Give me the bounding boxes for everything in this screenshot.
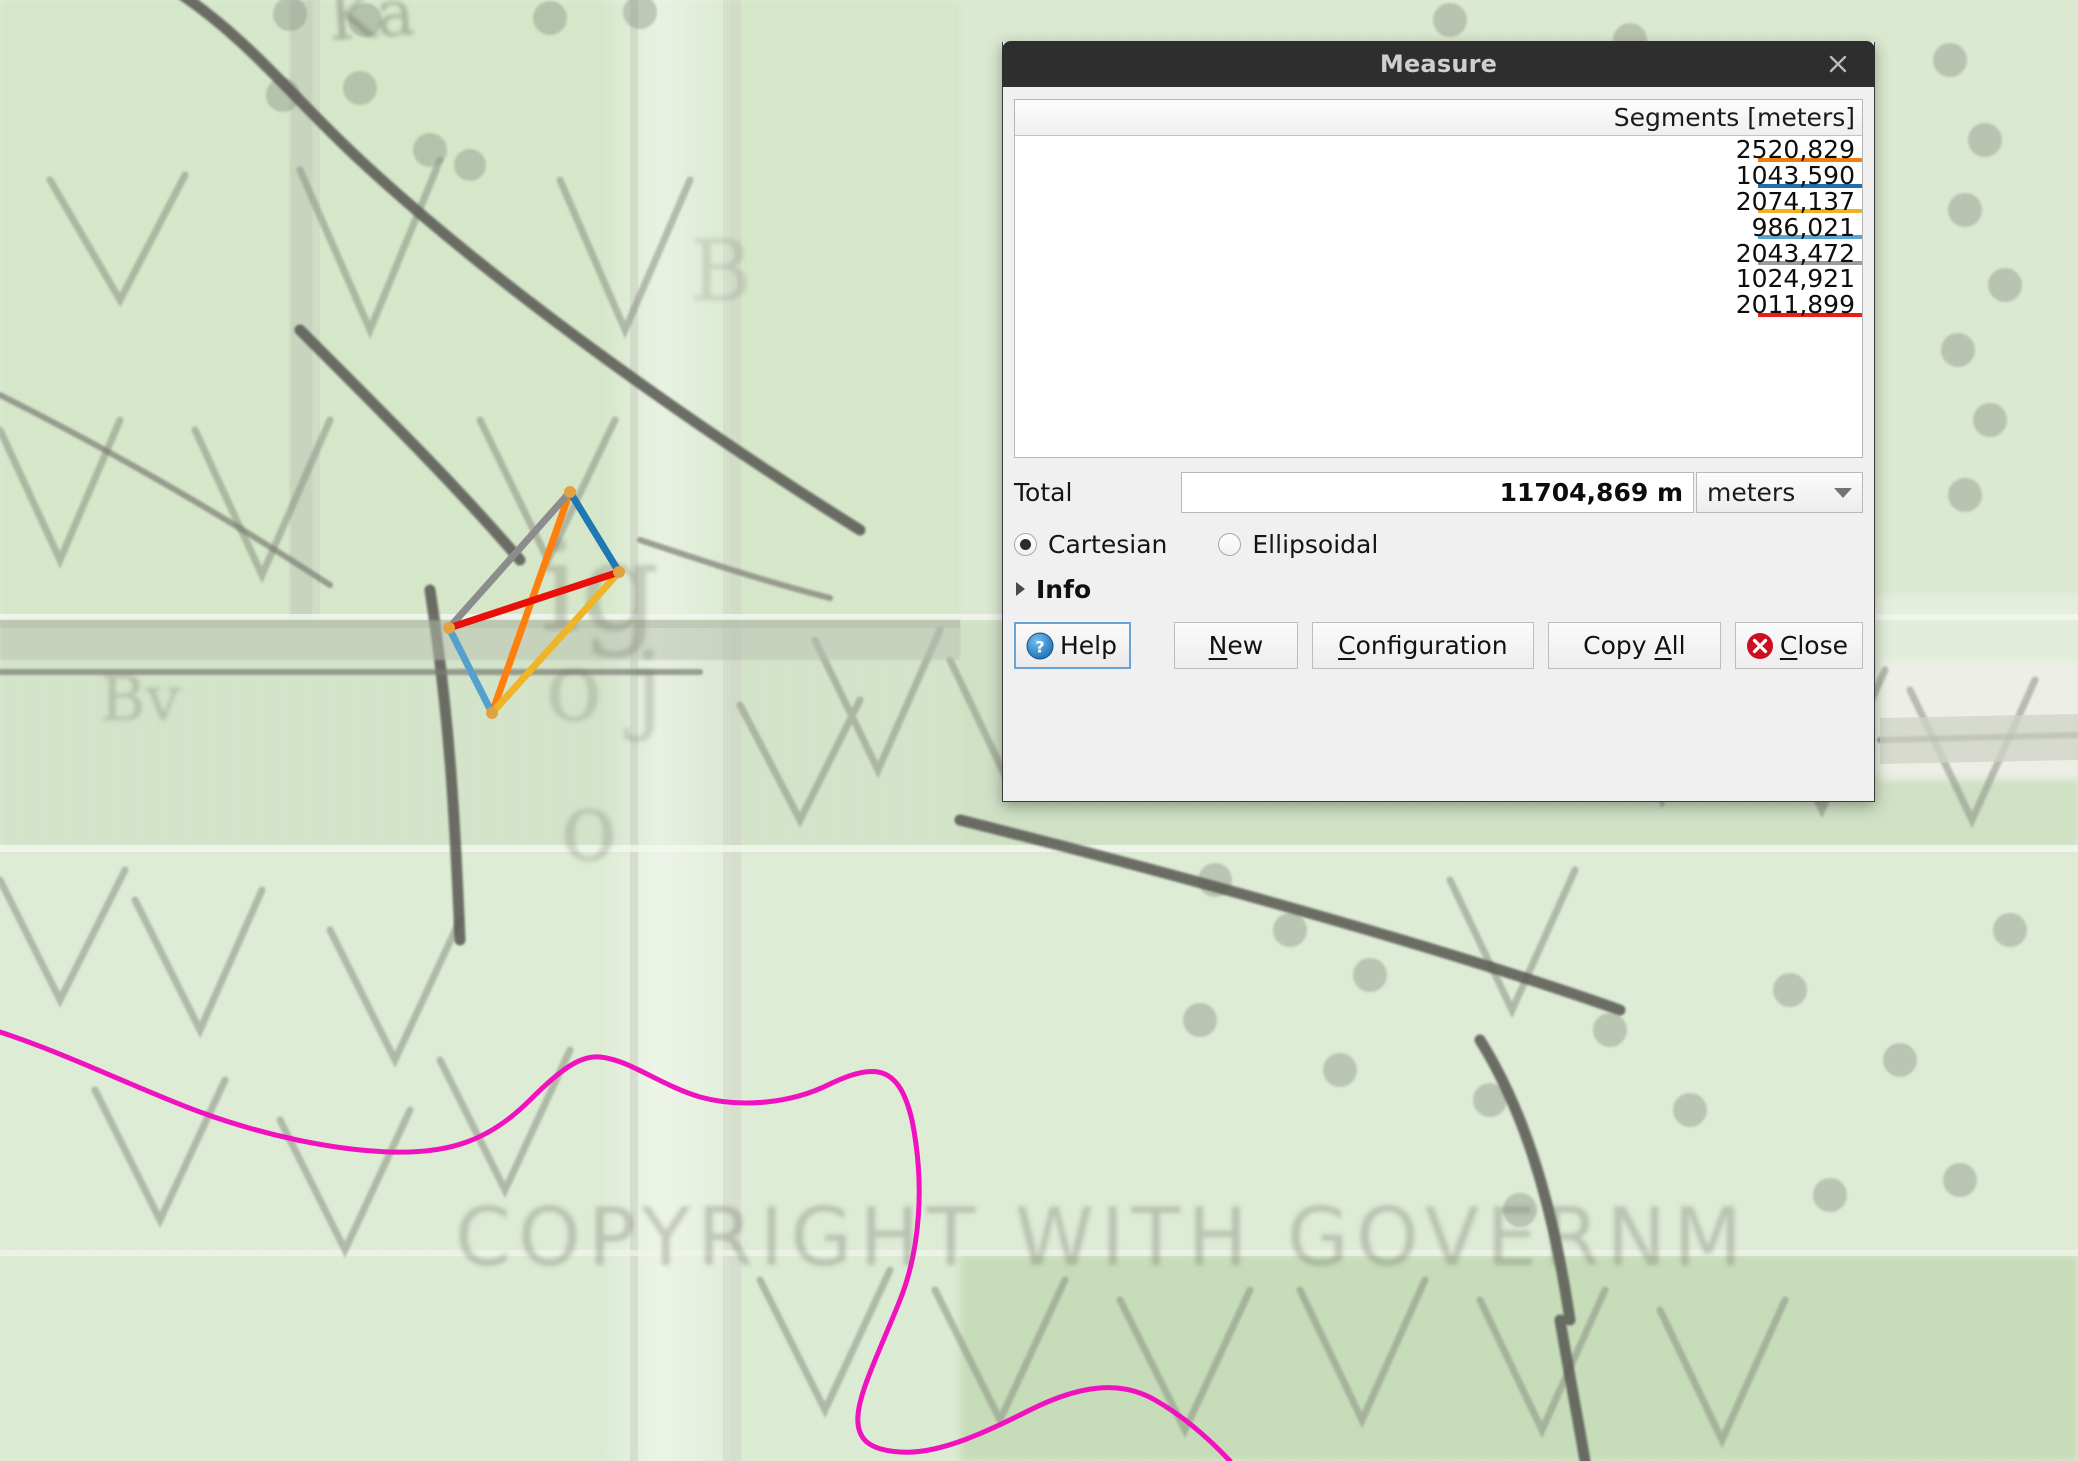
segment-row[interactable]: 2043,472 bbox=[1015, 240, 1862, 266]
dialog-body: Segments [meters] 2520,829 1043,590 2074,1… bbox=[1003, 87, 1874, 801]
help-button[interactable]: ? Help bbox=[1014, 622, 1131, 669]
svg-text:?: ? bbox=[1035, 637, 1044, 656]
total-value-field[interactable]: 11704,869 m bbox=[1181, 472, 1694, 513]
total-row: Total 11704,869 m meters bbox=[1014, 472, 1863, 513]
segments-table[interactable]: Segments [meters] 2520,829 1043,590 2074,1… bbox=[1014, 99, 1863, 458]
svg-text:o: o bbox=[560, 771, 618, 883]
radio-ellipsoidal-mark bbox=[1218, 532, 1242, 556]
copy-all-button-label-tail: ll bbox=[1671, 631, 1686, 660]
segments-table-body[interactable]: 2520,829 1043,590 2074,137 986,021 2043,472 1… bbox=[1015, 136, 1862, 457]
help-button-label: Help bbox=[1060, 631, 1117, 660]
segment-row[interactable]: 1043,590 bbox=[1015, 163, 1862, 189]
segment-value: 2043,472 bbox=[1735, 238, 1855, 268]
radio-ellipsoidal[interactable]: Ellipsoidal bbox=[1218, 530, 1378, 559]
copy-all-button-label: Copy bbox=[1583, 631, 1655, 660]
copy-all-button[interactable]: Copy All bbox=[1547, 622, 1721, 669]
segment-value: 2074,137 bbox=[1735, 186, 1855, 216]
chevron-down-icon bbox=[1834, 487, 1852, 498]
configuration-button[interactable]: Configuration bbox=[1311, 622, 1534, 669]
close-button-mnemonic: C bbox=[1779, 631, 1798, 660]
radio-ellipsoidal-label: Ellipsoidal bbox=[1252, 529, 1379, 559]
configuration-button-mnemonic: C bbox=[1338, 631, 1356, 660]
segment-row[interactable]: 2074,137 bbox=[1015, 189, 1862, 215]
dialog-title: Measure bbox=[1379, 50, 1498, 78]
segments-table-header[interactable]: Segments [meters] bbox=[1015, 100, 1862, 136]
new-button-mnemonic: N bbox=[1208, 631, 1228, 660]
measure-dialog[interactable]: Measure Segments [meters] 2520,829 1043,5… bbox=[1002, 41, 1875, 802]
new-button[interactable]: New bbox=[1173, 622, 1298, 669]
svg-text:Ka: Ka bbox=[326, 0, 417, 56]
info-expander[interactable]: Info bbox=[1014, 574, 1863, 604]
segment-value: 1024,921 bbox=[1735, 264, 1855, 294]
segment-value: 2520,829 bbox=[1735, 136, 1855, 165]
dialog-button-bar: ? Help New Configuration Copy All C lose bbox=[1014, 622, 1863, 669]
segment-row[interactable]: 2520,829 bbox=[1015, 137, 1862, 163]
close-button[interactable]: Close bbox=[1734, 622, 1863, 669]
segment-row[interactable]: 1024,921 bbox=[1015, 266, 1862, 292]
close-circle-icon bbox=[1745, 631, 1775, 661]
close-button-label: lose bbox=[1797, 631, 1848, 660]
dialog-titlebar[interactable]: Measure bbox=[1002, 41, 1875, 87]
segment-row[interactable]: 986,021 bbox=[1015, 214, 1862, 240]
segment-value: 986,021 bbox=[1751, 212, 1855, 242]
total-value: 11704,869 m bbox=[1499, 478, 1683, 507]
segment-value: 1043,590 bbox=[1735, 161, 1855, 191]
geometry-mode-radio-group: Cartesian Ellipsoidal bbox=[1014, 528, 1863, 560]
unit-select[interactable]: meters bbox=[1696, 472, 1863, 513]
configuration-button-label: onfiguration bbox=[1355, 631, 1508, 660]
segment-value: 2011,899 bbox=[1735, 290, 1855, 320]
radio-cartesian-mark bbox=[1014, 532, 1037, 556]
copy-all-button-mnemonic: A bbox=[1654, 631, 1672, 660]
total-label: Total bbox=[1014, 478, 1073, 507]
radio-cartesian[interactable]: Cartesian bbox=[1014, 530, 1167, 559]
chevron-right-icon bbox=[1016, 582, 1025, 596]
new-button-label: ew bbox=[1227, 631, 1264, 660]
svg-text:Bv: Bv bbox=[100, 662, 181, 735]
radio-cartesian-label: Cartesian bbox=[1048, 529, 1168, 559]
close-icon[interactable] bbox=[1823, 49, 1853, 79]
svg-text:B: B bbox=[690, 222, 752, 320]
info-expander-label: Info bbox=[1036, 574, 1092, 604]
segments-column-header: Segments [meters] bbox=[1613, 103, 1855, 132]
svg-text:o j: o j bbox=[545, 631, 663, 743]
svg-text:COPYRIGHT WITH GOVERNM: COPYRIGHT WITH GOVERNM bbox=[455, 1191, 1749, 1284]
help-icon: ? bbox=[1025, 631, 1055, 661]
segment-row[interactable]: 2011,899 bbox=[1015, 292, 1862, 318]
unit-select-value: meters bbox=[1707, 478, 1796, 507]
